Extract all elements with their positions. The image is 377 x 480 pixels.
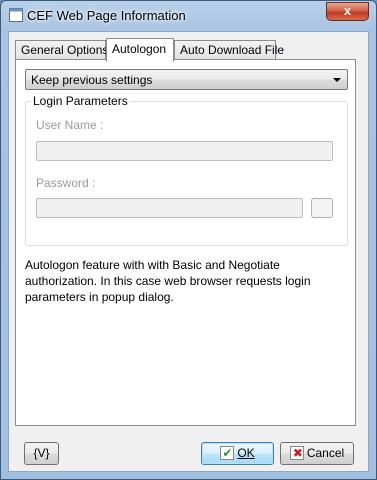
autologon-description: Autologon feature with with Basic and Ne… [25, 258, 311, 304]
tab-auto-download-file[interactable]: Auto Download File [174, 40, 284, 60]
username-field[interactable] [36, 141, 333, 161]
check-icon: ✔ [220, 446, 235, 460]
password-field[interactable] [36, 198, 303, 218]
window-icon [9, 8, 23, 22]
tab-general-options[interactable]: General Options [15, 40, 108, 60]
cancel-button[interactable]: ✖ Cancel [280, 442, 354, 465]
dialog-client-area: General Options Autologon Auto Download … [8, 31, 369, 472]
login-parameters-label: Login Parameters [31, 94, 130, 108]
ok-button-label: OK [237, 446, 255, 460]
ok-button[interactable]: ✔ OK [201, 442, 274, 465]
title-bar[interactable]: CEF Web Page Information x [1, 1, 376, 31]
password-label: Password : [36, 176, 96, 190]
autologon-mode-select[interactable]: Keep previous settings [25, 69, 348, 90]
autologon-panel: Keep previous settings Login Parameters … [15, 59, 356, 426]
autologon-mode-value: Keep previous settings [31, 73, 153, 87]
chevron-down-icon [333, 78, 341, 82]
password-extra-button[interactable] [311, 198, 333, 218]
login-parameters-group: Login Parameters User Name : Password : [25, 94, 348, 246]
close-button[interactable]: x [326, 2, 369, 21]
tab-autologon[interactable]: Autologon [106, 38, 174, 62]
x-icon: ✖ [289, 446, 304, 460]
dialog-window: CEF Web Page Information x General Optio… [0, 0, 377, 480]
variables-button[interactable]: {V} [24, 442, 59, 465]
window-title: CEF Web Page Information [27, 8, 186, 23]
cancel-button-label: Cancel [306, 446, 345, 460]
username-label: User Name : [36, 118, 104, 132]
